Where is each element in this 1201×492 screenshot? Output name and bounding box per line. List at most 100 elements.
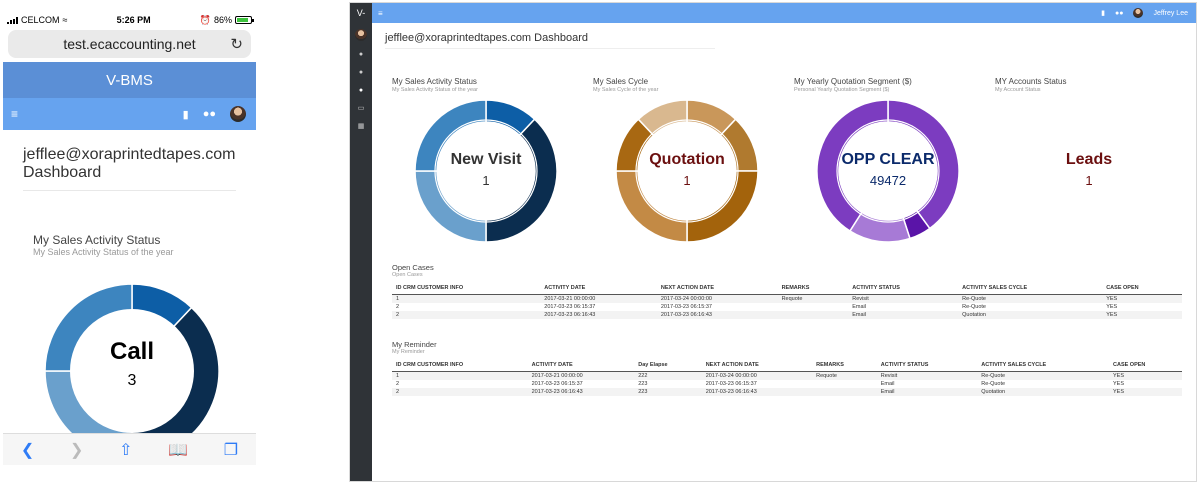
bookmark-icon[interactable]: ▮ xyxy=(183,108,189,121)
reminder-header-5[interactable]: ACTIVITY STATUS xyxy=(876,360,978,372)
chart-subtitle: My Sales Activity Status of the year xyxy=(392,87,478,93)
back-icon[interactable]: ❮ xyxy=(21,440,34,460)
section-subtitle: Open Cases xyxy=(392,272,423,278)
sidebar-home-icon[interactable]: ● xyxy=(359,51,363,59)
table-cell: Email xyxy=(852,304,867,310)
carrier-name: CELCOM xyxy=(21,15,60,25)
table-cell: YES xyxy=(1102,294,1182,303)
open-cases-section: Open Cases Open Cases ID CRM CUSTOMER IN… xyxy=(392,263,1182,319)
battery-icon xyxy=(235,16,254,24)
table-row[interactable]: 2 2017-03-23 06:15:37 2017-03-23 06:15:37 E… xyxy=(392,303,1182,311)
chart-title: My Sales Activity Status xyxy=(33,233,161,247)
battery-percent: 86% xyxy=(213,15,232,25)
table-cell: 2017-03-23 06:16:43 xyxy=(656,311,778,319)
sidebar-laptop-icon[interactable]: ▭ xyxy=(358,105,365,113)
table-row[interactable]: 1 2017-03-21 00:00:00 222 2017-03-24 00:00:… xyxy=(392,371,1182,380)
mobile-view: CELCOM ≈ 5:26 PM ⏰ 86% test.ecaccounting… xyxy=(3,10,256,465)
donut-inner-ring xyxy=(434,119,538,223)
tabs-icon[interactable]: ❐ xyxy=(224,440,238,460)
forward-icon[interactable]: ❯ xyxy=(70,440,83,460)
open-cases-header-1[interactable]: ACTIVITY DATE xyxy=(540,283,657,295)
menu-icon[interactable]: ≡ xyxy=(378,9,383,18)
user-name[interactable]: Jeffrey Lee xyxy=(1153,10,1188,17)
table-row[interactable]: 1 2017-03-21 00:00:00 2017-03-24 00:00:00 R… xyxy=(392,294,1182,303)
donut-center-value: 1 xyxy=(683,173,691,188)
open-cases-header-0[interactable]: ID CRM CUSTOMER INFO xyxy=(392,283,541,295)
reminder-header-7[interactable]: CASE OPEN xyxy=(1109,360,1182,372)
chart-sales-cycle: My Sales Cycle My Sales Cycle of the yea… xyxy=(593,77,793,247)
donut-accounts-status[interactable] xyxy=(1017,99,1161,243)
table-cell: Revisit xyxy=(876,371,978,380)
table-cell: 2017-03-21 00:00:00 xyxy=(540,294,657,303)
open-cases-header-5[interactable]: ACTIVITY SALES CYCLE xyxy=(958,283,1103,295)
screenshot-root: CELCOM ≈ 5:26 PM ⏰ 86% test.ecaccounting… xyxy=(0,0,1201,492)
donut-center-value: 1 xyxy=(482,173,490,188)
sidebar-avatar[interactable] xyxy=(355,29,367,41)
reminder-header-2[interactable]: Day Elapse xyxy=(634,360,702,372)
share-icon[interactable]: ⇧ xyxy=(119,440,132,460)
open-cases-header-3[interactable]: REMARKS xyxy=(777,283,849,295)
chart-title: My Sales Activity Status xyxy=(392,77,477,86)
open-cases-header-4[interactable]: ACTIVITY STATUS xyxy=(848,283,959,295)
table-cell: Requote xyxy=(777,294,849,303)
open-cases-header-6[interactable]: CASE OPEN xyxy=(1102,283,1182,295)
table-row[interactable]: 2 2017-03-23 06:16:43 223 2017-03-23 06:16:… xyxy=(392,388,1182,396)
table-cell: 2 xyxy=(396,304,400,310)
reminder-section: My Reminder My Reminder ID CRM CUSTOMER … xyxy=(392,340,1182,396)
reminder-header-0[interactable]: ID CRM CUSTOMER INFO xyxy=(392,360,528,372)
table-row[interactable]: 2 2017-03-23 06:15:37 223 2017-03-23 06:15:… xyxy=(392,380,1182,388)
table-cell: Email xyxy=(876,388,978,396)
chart-sales-activity: My Sales Activity Status My Sales Activi… xyxy=(392,77,592,247)
url-bar[interactable]: test.ecaccounting.net ↻ xyxy=(8,30,251,58)
sidebar-dashboard-icon[interactable]: ● xyxy=(359,69,363,77)
table-cell: Re-Quote xyxy=(958,294,1103,303)
desktop-brand[interactable]: V- xyxy=(350,3,372,23)
table-cell: Email xyxy=(880,381,895,387)
chart-title: My Yearly Quotation Segment ($) xyxy=(794,77,912,86)
reminder-header-4[interactable]: REMARKS xyxy=(812,360,877,372)
donut-center-value: 3 xyxy=(127,372,137,389)
menu-icon[interactable]: ≡ xyxy=(11,107,18,121)
donut-sales-activity[interactable] xyxy=(414,99,558,243)
chart-accounts-status: MY Accounts Status My Account Status Lea… xyxy=(995,77,1195,247)
table-cell: 2017-03-23 06:16:43 xyxy=(527,388,635,396)
table-row[interactable]: 2 2017-03-23 06:16:43 2017-03-23 06:16:43 E… xyxy=(392,311,1182,319)
ios-status-bar: CELCOM ≈ 5:26 PM ⏰ 86% xyxy=(3,10,256,30)
table-cell: 2017-03-24 00:00:00 xyxy=(656,294,778,303)
donut-center-label: Call xyxy=(109,338,154,365)
page-title-email: jefflee@xoraprintedtapes.com xyxy=(23,146,236,163)
mobile-navbar: ≡ ▮ ●● xyxy=(3,98,256,130)
sidebar-grid-icon[interactable]: ▦ xyxy=(358,123,365,131)
avatar[interactable] xyxy=(1133,8,1144,18)
chart-subtitle: My Sales Activity Status of the year xyxy=(33,247,174,257)
users-icon[interactable]: ●● xyxy=(1115,10,1123,17)
page-title: jefflee@xoraprintedtapes.com Dashboard xyxy=(385,32,715,49)
page-title-dashboard: Dashboard xyxy=(23,164,102,181)
reminder-header-3[interactable]: NEXT ACTION DATE xyxy=(701,360,813,372)
table-cell: Re-Quote xyxy=(981,381,1006,387)
table-cell: Quotation xyxy=(958,311,1103,319)
section-title: Open Cases xyxy=(392,263,434,272)
table-cell: 222 xyxy=(634,371,702,380)
open-cases-table: ID CRM CUSTOMER INFO ACTIVITY DATE NEXT AC… xyxy=(392,283,1182,319)
reminder-header-6[interactable]: ACTIVITY SALES CYCLE xyxy=(977,360,1109,372)
bookmark-icon[interactable]: ▮ xyxy=(1101,9,1105,17)
app-brand: V-BMS xyxy=(3,62,256,98)
donut-inner-ring xyxy=(836,119,940,223)
donut-inner-ring xyxy=(635,119,739,223)
sidebar-dashboard-active-icon[interactable]: ● xyxy=(359,87,363,95)
table-cell xyxy=(777,311,849,319)
reminder-table: ID CRM CUSTOMER INFO ACTIVITY DATE Day Ela… xyxy=(392,360,1182,396)
open-cases-header-2[interactable]: NEXT ACTION DATE xyxy=(656,283,778,295)
donut-quotation-segment[interactable] xyxy=(816,99,960,243)
book-icon[interactable]: 📖 xyxy=(168,440,188,460)
avatar[interactable] xyxy=(230,106,246,122)
users-icon[interactable]: ●● xyxy=(203,108,216,120)
donut-center-value: 49472 xyxy=(869,173,907,188)
table-cell: 2017-03-23 06:15:37 xyxy=(660,304,712,310)
table-cell: 1 xyxy=(392,371,528,380)
reload-icon[interactable]: ↻ xyxy=(230,35,243,53)
desktop-sidebar: ● ● ● ▭ ▦ xyxy=(350,23,372,481)
reminder-header-1[interactable]: ACTIVITY DATE xyxy=(527,360,635,372)
donut-sales-cycle[interactable] xyxy=(615,99,759,243)
